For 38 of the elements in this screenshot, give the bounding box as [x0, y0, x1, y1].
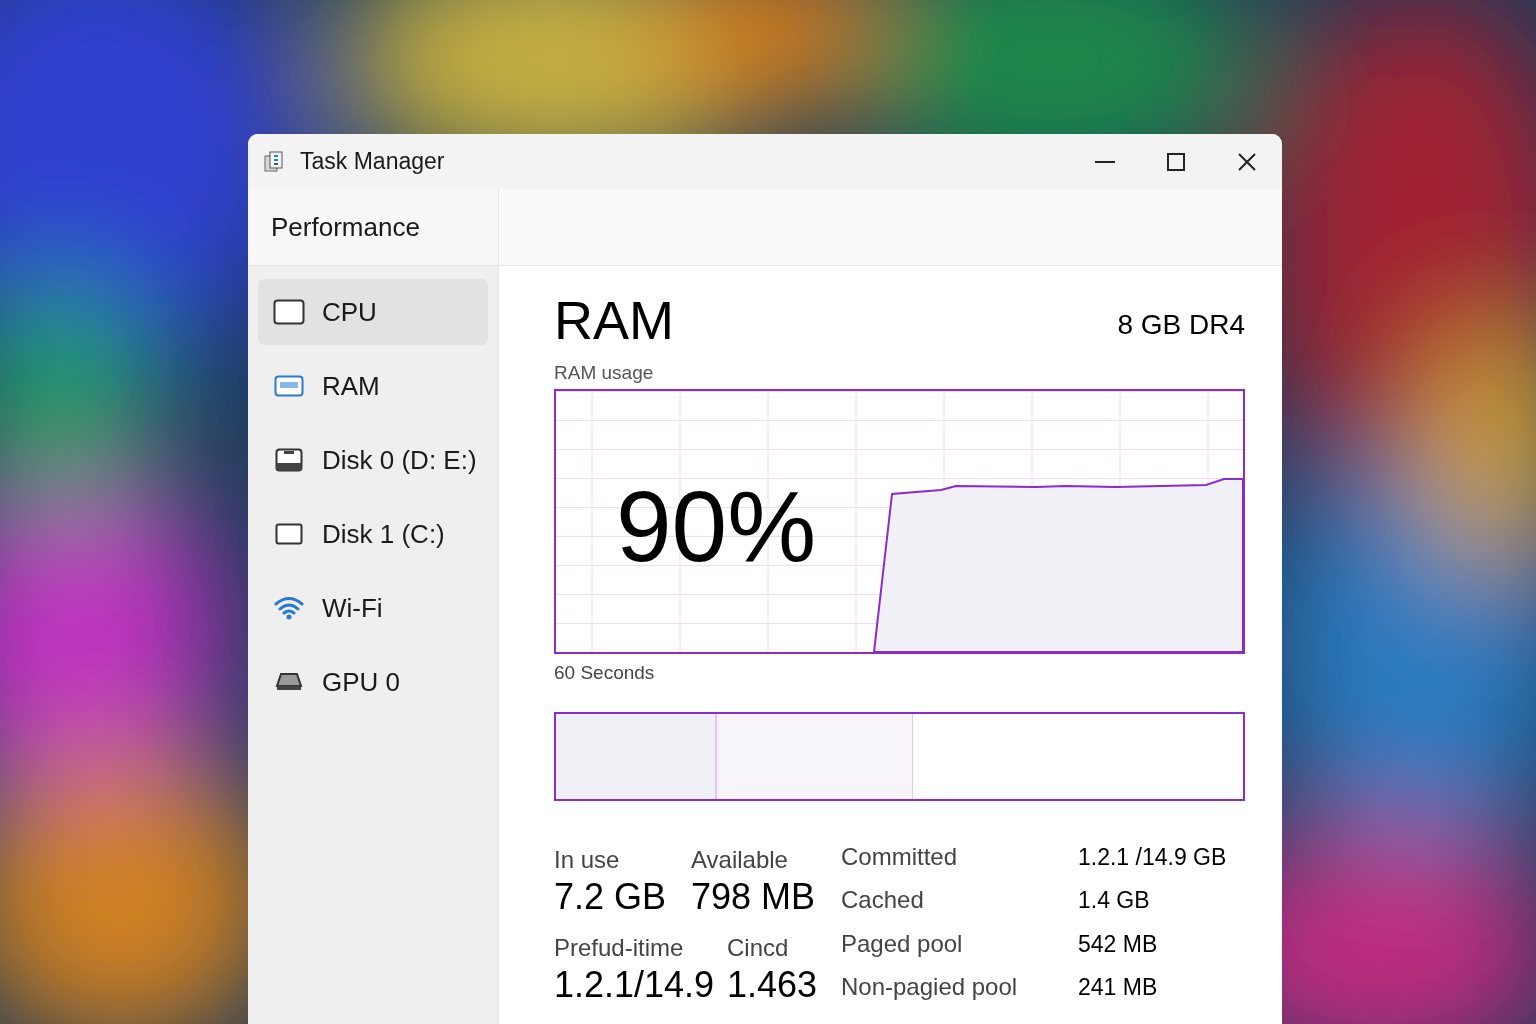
- page-title: RAM: [554, 290, 674, 350]
- stat-value: 1.2.1/14.9: [554, 963, 716, 1007]
- stat-value: 1.463: [727, 963, 818, 1007]
- chip-icon: [273, 299, 305, 325]
- close-icon: [1237, 152, 1256, 171]
- detail-value: 1.2.1 /14.9 GB: [1078, 843, 1227, 872]
- sidebar-item[interactable]: Disk 0 (D: E:): [258, 427, 488, 493]
- minimize-icon: [1094, 160, 1115, 163]
- time-label: 60 Seconds: [554, 661, 656, 685]
- detail-label: Non-pagied pool: [841, 971, 1019, 1002]
- stat-label: Cincd: [727, 933, 790, 963]
- detail-value: 1.4 GB: [1078, 886, 1151, 916]
- window-title: Task Manager: [300, 147, 445, 177]
- drive-icon: [275, 523, 303, 545]
- sidebar-item[interactable]: Disk 1 (C:): [258, 501, 488, 567]
- app-icon: [262, 149, 286, 174]
- memory-spec: 8 GB DR4: [1117, 308, 1245, 342]
- stat-label: Available: [691, 845, 789, 875]
- stat-label: Prefud-itime: [554, 933, 685, 963]
- stat-value: 798 MB: [691, 875, 816, 919]
- memory-icon: [274, 375, 304, 397]
- usage-percent: 90%: [616, 471, 817, 581]
- gpu-icon: [275, 672, 303, 692]
- detail-label: Committed: [841, 842, 959, 872]
- sidebar-item[interactable]: GPU 0: [258, 649, 488, 715]
- stat-label: In use: [554, 845, 621, 875]
- wifi-icon: [274, 596, 304, 620]
- detail-value: 542 MB: [1078, 929, 1159, 959]
- section-heading: Performance: [271, 210, 420, 244]
- sidebar-item[interactable]: Wi-Fi: [258, 575, 488, 641]
- stat-value: 7.2 GB: [554, 875, 668, 919]
- detail-label: Cached: [841, 885, 925, 916]
- maximize-icon: [1166, 152, 1185, 171]
- detail-value: 241 MB: [1078, 972, 1159, 1002]
- sidebar-item[interactable]: CPU: [258, 279, 488, 345]
- detail-label: Paged pool: [841, 928, 964, 959]
- sidebar-item[interactable]: RAM: [258, 353, 488, 419]
- graph-label: RAM usage: [554, 361, 655, 385]
